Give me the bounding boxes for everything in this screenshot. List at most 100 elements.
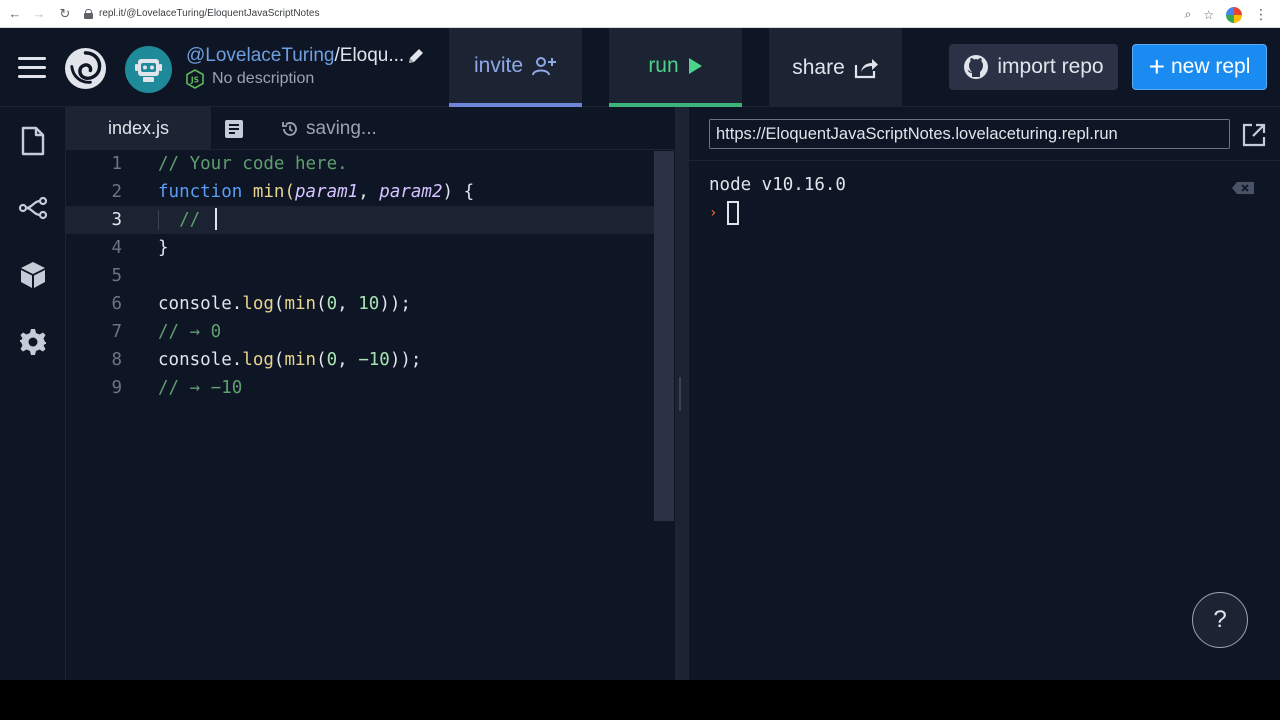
share-icon bbox=[854, 58, 878, 78]
code-keyword: function bbox=[158, 182, 243, 202]
code-punct: , bbox=[337, 350, 359, 370]
code-method: log bbox=[242, 294, 274, 314]
forward-icon[interactable]: → bbox=[30, 6, 48, 21]
code-line[interactable]: 5 bbox=[66, 262, 654, 290]
line-number: 1 bbox=[111, 154, 122, 174]
import-repo-button[interactable]: import repo bbox=[949, 44, 1118, 90]
code-line[interactable]: 9 // → −10 bbox=[66, 374, 654, 402]
code-function: min bbox=[284, 294, 317, 314]
replit-logo-icon[interactable] bbox=[64, 47, 107, 90]
code-param: param1 bbox=[294, 182, 359, 202]
robot-icon bbox=[135, 59, 162, 82]
project-description-row[interactable]: JS No description bbox=[186, 69, 314, 89]
clear-console-icon[interactable] bbox=[1231, 181, 1255, 195]
zoom-icon[interactable]: ⌕ bbox=[1185, 7, 1192, 22]
settings-icon[interactable] bbox=[18, 327, 48, 357]
line-number: 7 bbox=[111, 322, 122, 342]
file-tab[interactable]: index.js bbox=[66, 107, 211, 150]
invite-button[interactable]: invite bbox=[449, 28, 582, 107]
line-number: 3 bbox=[111, 210, 122, 230]
code-function: min bbox=[284, 350, 317, 370]
sidebar bbox=[0, 107, 66, 680]
code-punct: , bbox=[337, 294, 359, 314]
code-punct: , bbox=[358, 182, 380, 202]
project-owner[interactable]: @LovelaceTuring bbox=[186, 45, 335, 66]
terminal-cursor bbox=[727, 201, 740, 225]
code-line[interactable]: 4 } bbox=[66, 234, 654, 262]
code-punct: ( bbox=[316, 350, 327, 370]
profile-icon[interactable] bbox=[1226, 6, 1242, 23]
code-punct: ( bbox=[273, 350, 285, 370]
address-bar[interactable]: repl.it/@LovelaceTuring/EloquentJavaScri… bbox=[99, 8, 319, 19]
pane-resize-handle[interactable] bbox=[675, 107, 689, 680]
app-header: @LovelaceTuring/Eloqu... JS No descripti… bbox=[0, 28, 1280, 107]
line-number: 8 bbox=[111, 350, 122, 370]
nodejs-icon: JS bbox=[186, 69, 204, 89]
code-area[interactable]: 1 // Your code here. 2 function min(para… bbox=[66, 150, 675, 680]
files-icon[interactable] bbox=[18, 126, 48, 156]
plus-icon: + bbox=[1148, 51, 1165, 82]
code-text: // Your code here. bbox=[158, 154, 348, 174]
line-number: 2 bbox=[111, 182, 122, 202]
code-function: min( bbox=[242, 182, 295, 202]
svg-text:JS: JS bbox=[190, 76, 199, 85]
console-input-row[interactable]: › bbox=[709, 201, 740, 225]
prompt-icon: › bbox=[709, 205, 718, 221]
invite-label: invite bbox=[473, 53, 524, 77]
play-icon bbox=[688, 57, 702, 74]
import-repo-label: import repo bbox=[997, 55, 1104, 78]
code-number: 0 bbox=[326, 294, 338, 314]
line-number: 4 bbox=[111, 238, 122, 258]
github-icon bbox=[964, 55, 989, 79]
text-cursor bbox=[214, 208, 217, 230]
code-number: 10 bbox=[358, 294, 380, 314]
code-line[interactable]: 6 console.log(min(0, 10)); bbox=[66, 290, 654, 318]
avatar[interactable] bbox=[125, 46, 172, 93]
code-line[interactable]: 7 // → 0 bbox=[66, 318, 654, 346]
editor-tabbar: index.js saving... bbox=[66, 107, 675, 150]
project-title[interactable]: @LovelaceTuring/Eloqu... bbox=[186, 45, 404, 67]
new-repl-label: new repl bbox=[1170, 55, 1251, 78]
letterbox-bar bbox=[0, 680, 1280, 720]
code-line[interactable]: 1 // Your code here. bbox=[66, 150, 654, 178]
back-icon[interactable]: ← bbox=[6, 6, 24, 21]
browser-toolbar: ← → ↻ repl.it/@LovelaceTuring/EloquentJa… bbox=[0, 0, 1280, 28]
open-in-new-tab-icon[interactable] bbox=[1241, 122, 1267, 148]
share-button[interactable]: share bbox=[769, 28, 902, 107]
code-editor-pane: index.js saving... 1 // Your code here. … bbox=[66, 107, 675, 680]
run-label: run bbox=[648, 53, 679, 77]
console-pane: https://EloquentJavaScriptNotes.lovelace… bbox=[689, 107, 1280, 680]
code-text: // → 0 bbox=[158, 322, 222, 342]
code-line[interactable]: 2 function min(param1, param2) { bbox=[66, 178, 654, 206]
help-button[interactable]: ? bbox=[1192, 592, 1248, 648]
code-comment: // bbox=[158, 210, 211, 230]
code-line[interactable]: 8 console.log(min(0, −10)); bbox=[66, 346, 654, 374]
code-number: −10 bbox=[358, 350, 390, 370]
menu-icon[interactable]: ⋮ bbox=[1254, 6, 1268, 23]
line-number: 6 bbox=[111, 294, 122, 314]
code-text: console.log(min(0, 10)); bbox=[158, 290, 411, 318]
run-button[interactable]: run bbox=[609, 28, 742, 107]
browser-right-icons: ⌕ ☆ ⋮ bbox=[1185, 6, 1268, 23]
console-output: node v10.16.0 bbox=[709, 175, 846, 195]
code-line-active[interactable]: 3 // bbox=[66, 206, 654, 234]
version-control-icon[interactable] bbox=[18, 193, 48, 223]
add-user-icon bbox=[532, 56, 557, 75]
pencil-icon[interactable] bbox=[406, 46, 426, 66]
notes-icon[interactable] bbox=[224, 119, 244, 139]
hamburger-menu-icon[interactable] bbox=[18, 57, 46, 78]
line-number: 5 bbox=[111, 266, 122, 286]
code-text: function min(param1, param2) { bbox=[158, 178, 474, 206]
code-number: 0 bbox=[326, 350, 338, 370]
project-description: No description bbox=[212, 70, 315, 87]
reload-icon[interactable]: ↻ bbox=[56, 6, 74, 22]
project-name[interactable]: Eloqu... bbox=[340, 45, 404, 66]
repl-url-field[interactable]: https://EloquentJavaScriptNotes.lovelace… bbox=[709, 119, 1230, 149]
star-icon[interactable]: ☆ bbox=[1203, 8, 1214, 22]
packages-icon[interactable] bbox=[18, 260, 48, 290]
editor-scrollbar[interactable] bbox=[654, 151, 674, 521]
new-repl-button[interactable]: + new repl bbox=[1132, 44, 1267, 90]
code-text: // → −10 bbox=[158, 378, 243, 398]
line-number: 9 bbox=[111, 378, 122, 398]
code-object: console. bbox=[158, 294, 243, 314]
